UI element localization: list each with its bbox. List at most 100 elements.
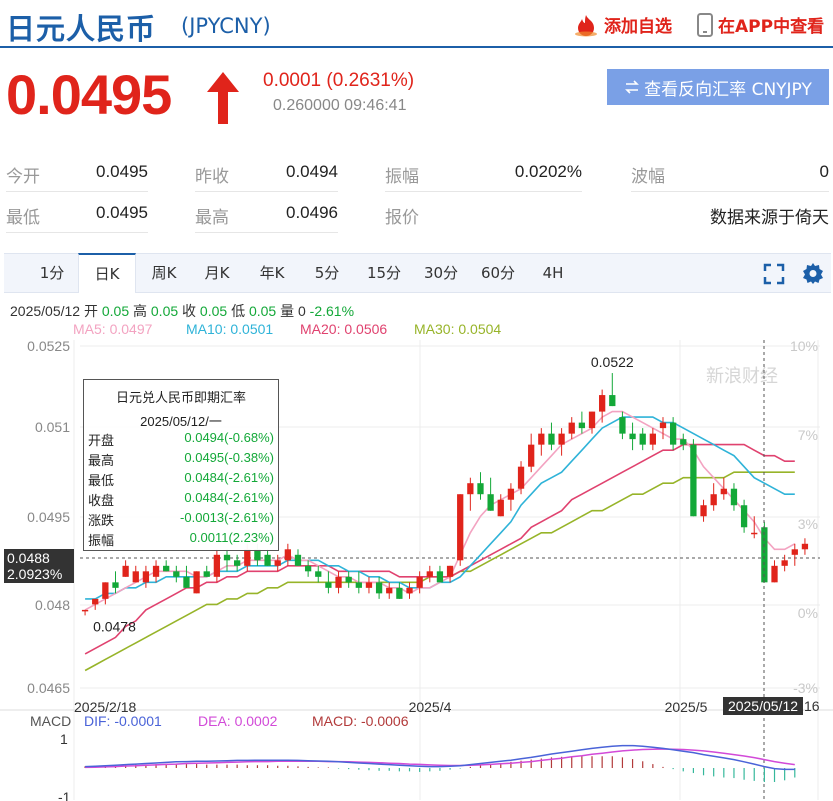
macd-dif: DIF: -0.0001 bbox=[84, 713, 162, 729]
x-axis-tail-label: 16 bbox=[804, 698, 820, 714]
macd-dea: DEA: 0.0002 bbox=[198, 713, 278, 729]
cursor-price-tag: 0.0488 2.0923% bbox=[4, 549, 74, 583]
reverse-rate-label: 查看反向汇率 CNYJPY bbox=[644, 79, 812, 100]
candle-body bbox=[213, 554, 221, 577]
flame-icon bbox=[575, 14, 597, 36]
candle-body bbox=[710, 494, 717, 506]
candle-body bbox=[781, 560, 788, 566]
cursor-date-tag: 2025/05/12 bbox=[723, 697, 803, 715]
candle-body bbox=[629, 433, 636, 440]
candle-body bbox=[81, 609, 89, 612]
divider bbox=[195, 232, 338, 233]
candle-body bbox=[183, 576, 190, 588]
candle-body bbox=[751, 532, 758, 535]
candle-body bbox=[152, 565, 160, 577]
candle-body bbox=[507, 488, 515, 500]
tab-4h[interactable]: 4H bbox=[535, 254, 571, 292]
symbol-code: (JPYCNY) bbox=[181, 14, 271, 38]
divider bbox=[6, 191, 148, 192]
prev-close-value: 0.0494 bbox=[286, 162, 338, 181]
tab-yearly[interactable]: 年K bbox=[252, 254, 292, 292]
open-label: 今开 bbox=[6, 167, 40, 187]
tab-60min[interactable]: 60分 bbox=[475, 254, 521, 292]
percent-axis-label: 0% bbox=[798, 605, 818, 621]
macd-axis-top: 1 bbox=[60, 731, 68, 747]
info-open-label: 开 bbox=[83, 303, 98, 319]
fullscreen-icon[interactable] bbox=[763, 263, 785, 285]
open-in-app-button[interactable]: 在APP中查看 bbox=[696, 12, 824, 37]
quote-time: 0.260000 09:46:41 bbox=[273, 97, 407, 114]
candle-body bbox=[375, 582, 383, 594]
swap-icon bbox=[625, 80, 640, 94]
candle-body bbox=[294, 554, 302, 566]
open-in-app-label: 在APP中查看 bbox=[718, 17, 825, 37]
candle-body bbox=[315, 571, 322, 577]
quote-source-value: 数据来源于倚天 bbox=[710, 208, 829, 227]
tooltip-title: 日元兑人民币即期汇率 bbox=[115, 390, 246, 405]
info-low-label: 低 bbox=[231, 303, 246, 319]
candle-body bbox=[416, 576, 423, 588]
tooltip-value: 0.0011(2.23%) bbox=[189, 530, 274, 545]
info-volume-label: 量 bbox=[280, 303, 295, 319]
candle-body bbox=[558, 433, 565, 445]
current-price: 0.0495 bbox=[6, 63, 172, 126]
candle-body bbox=[426, 571, 433, 577]
add-favorite-button[interactable]: 添加自选 bbox=[572, 12, 672, 37]
tooltip-row: 收盘 0.0484(-2.61%) bbox=[88, 490, 274, 508]
candle-body bbox=[568, 422, 575, 434]
candle-body bbox=[122, 565, 129, 577]
x-axis-label: 2025/5 bbox=[665, 699, 708, 715]
candle-body bbox=[163, 565, 170, 572]
candle-body bbox=[203, 571, 210, 577]
candle-body bbox=[791, 549, 798, 555]
tooltip-row: 最高 0.0495(-0.38%) bbox=[88, 450, 274, 468]
cursor-price: 0.0488 bbox=[7, 550, 50, 566]
candle-body bbox=[325, 582, 332, 588]
tab-15min[interactable]: 15分 bbox=[361, 254, 407, 292]
macd-title: MACD bbox=[30, 713, 72, 729]
macd-axis-bottom: -1 bbox=[58, 789, 71, 801]
candle-body bbox=[345, 576, 352, 583]
high-value: 0.0496 bbox=[286, 203, 338, 222]
phone-icon bbox=[697, 12, 713, 37]
low-value: 0.0495 bbox=[96, 203, 148, 222]
header-divider bbox=[0, 46, 833, 48]
candle-tooltip: 日元兑人民币即期汇率 2025/05/12/一 开盘 0.0494(-0.68%)… bbox=[83, 379, 279, 551]
volatility-label: 波幅 bbox=[631, 167, 665, 187]
candle-body bbox=[548, 433, 555, 445]
tooltip-label: 最低 bbox=[88, 473, 115, 488]
tab-1min[interactable]: 1分 bbox=[34, 254, 70, 292]
min-price-label: 0.0478 bbox=[93, 618, 136, 634]
candle-body bbox=[517, 466, 525, 489]
percent-axis-label: 7% bbox=[798, 427, 818, 443]
tab-daily[interactable]: 日K bbox=[78, 253, 136, 293]
tab-monthly[interactable]: 月K bbox=[197, 254, 237, 292]
candle-body bbox=[649, 433, 656, 445]
settings-gear-icon[interactable] bbox=[801, 261, 825, 285]
info-date: 2025/05/12 bbox=[10, 303, 81, 319]
candle-body bbox=[173, 571, 180, 577]
tooltip-row: 振幅 0.0011(2.23%) bbox=[88, 530, 274, 548]
add-favorite-label: 添加自选 bbox=[604, 17, 672, 37]
candle-body bbox=[406, 587, 413, 594]
reverse-rate-button[interactable]: 查看反向汇率 CNYJPY bbox=[607, 69, 829, 105]
candle-body bbox=[223, 554, 231, 561]
candle-body bbox=[355, 582, 362, 588]
info-high-label: 高 bbox=[133, 303, 147, 319]
candle-body bbox=[477, 483, 484, 495]
ohlc-summary: 2025/05/12 开 0.05 高 0.05 收 0.05 低 0.05 量… bbox=[10, 301, 354, 321]
candle-body bbox=[528, 444, 535, 467]
candle-body bbox=[639, 433, 646, 445]
tab-weekly[interactable]: 周K bbox=[144, 254, 184, 292]
info-close-label: 收 bbox=[182, 303, 197, 319]
tooltip-label: 振幅 bbox=[88, 533, 115, 548]
up-arrow-icon bbox=[207, 72, 239, 124]
candle-body bbox=[659, 422, 667, 429]
candle-body bbox=[244, 549, 251, 566]
tab-5min[interactable]: 5分 bbox=[307, 254, 347, 292]
tooltip-row: 开盘 0.0494(-0.68%) bbox=[88, 430, 274, 448]
page-title: 日元人民币 bbox=[6, 12, 157, 46]
tab-30min[interactable]: 30分 bbox=[418, 254, 464, 292]
quote-source-label: 报价 bbox=[385, 208, 419, 228]
cursor-percent: 2.0923% bbox=[7, 566, 63, 582]
